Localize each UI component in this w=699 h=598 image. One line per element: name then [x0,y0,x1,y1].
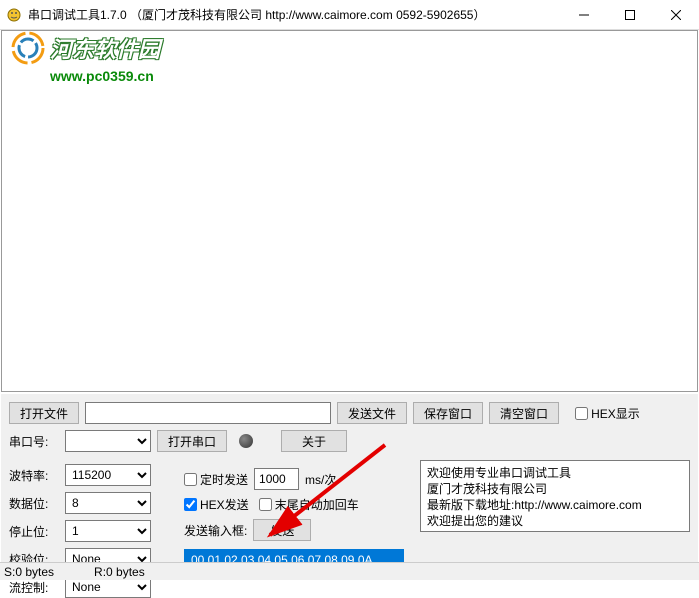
status-recv: R:0 bytes [94,565,145,579]
hex-send-checkbox-wrap[interactable]: HEX发送 [184,496,249,513]
timed-send-label: 定时发送 [200,471,248,488]
baud-select[interactable]: 115200 [65,464,151,486]
send-file-button[interactable]: 发送文件 [337,402,407,424]
open-file-button[interactable]: 打开文件 [9,402,79,424]
port-label: 串口号: [9,433,59,450]
hex-send-label: HEX发送 [200,496,249,513]
stopbits-label: 停止位: [9,523,59,540]
append-cr-label: 末尾自动加回车 [275,496,359,513]
interval-unit-label: ms/次 [305,471,336,488]
window-controls [561,0,699,29]
clear-window-button[interactable]: 清空窗口 [489,402,559,424]
file-row: 打开文件 发送文件 保存窗口 清空窗口 HEX显示 [9,402,690,424]
window-title: 串口调试工具1.7.0 （厦门才茂科技有限公司 http://www.caimo… [28,6,561,23]
port-indicator-icon [239,434,253,448]
close-button[interactable] [653,0,699,29]
append-cr-checkbox[interactable] [259,498,272,511]
open-port-button[interactable]: 打开串口 [157,430,227,452]
maximize-button[interactable] [607,0,653,29]
info-box: 欢迎使用专业串口调试工具 厦门才茂科技有限公司 最新版下载地址:http://w… [420,460,690,532]
statusbar: S:0 bytes R:0 bytes [0,562,699,580]
send-button[interactable]: 发送 [253,519,311,541]
info-line-1: 欢迎使用专业串口调试工具 [427,465,683,481]
controls-panel: 打开文件 发送文件 保存窗口 清空窗口 HEX显示 串口号: 打开串口 关于 波… [1,394,698,562]
info-line-3: 最新版下载地址:http://www.caimore.com [427,497,683,513]
file-path-input[interactable] [85,402,331,424]
hex-display-label: HEX显示 [591,405,640,422]
status-sent: S:0 bytes [4,565,54,579]
interval-input[interactable] [254,468,299,490]
hex-display-checkbox[interactable] [575,407,588,420]
databits-label: 数据位: [9,495,59,512]
about-button[interactable]: 关于 [281,430,347,452]
port-select[interactable] [65,430,151,452]
stopbits-select[interactable]: 1 [65,520,151,542]
info-line-4: 欢迎提出您的建议 [427,513,683,529]
app-icon [6,7,22,23]
databits-select[interactable]: 8 [65,492,151,514]
save-window-button[interactable]: 保存窗口 [413,402,483,424]
baud-label: 波特率: [9,467,59,484]
timed-send-checkbox[interactable] [184,473,197,486]
hex-send-checkbox[interactable] [184,498,197,511]
append-cr-checkbox-wrap[interactable]: 末尾自动加回车 [259,496,359,513]
output-area[interactable] [1,30,698,392]
minimize-button[interactable] [561,0,607,29]
send-input-label: 发送输入框: [184,522,247,539]
hex-display-checkbox-wrap[interactable]: HEX显示 [575,405,640,422]
info-line-2: 厦门才茂科技有限公司 [427,481,683,497]
port-row: 串口号: 打开串口 关于 [9,430,690,452]
titlebar: 串口调试工具1.7.0 （厦门才茂科技有限公司 http://www.caimo… [0,0,699,30]
flowctrl-label: 流控制: [9,579,59,596]
timed-send-checkbox-wrap[interactable]: 定时发送 [184,471,248,488]
